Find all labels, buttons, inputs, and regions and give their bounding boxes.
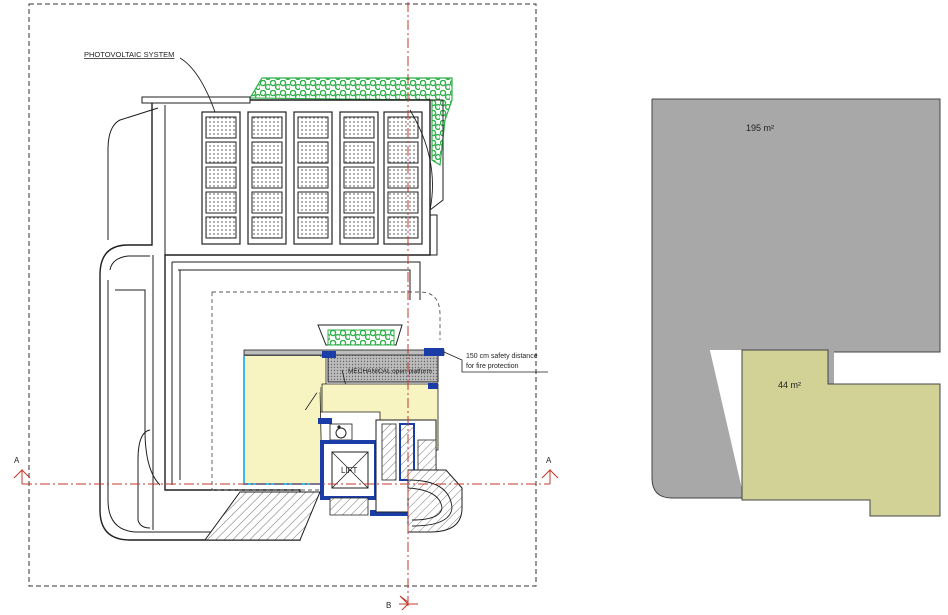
section-a-left-label: A	[14, 456, 20, 465]
safety-note-line2: for fire protection	[466, 363, 519, 370]
yellow-area-left	[244, 356, 320, 480]
lower-floor-area	[741, 349, 941, 517]
pv-panel-column	[383, 111, 423, 245]
pv-panel-column	[247, 111, 287, 245]
lift-label: LIFT	[341, 466, 358, 475]
pv-panel-column	[339, 111, 379, 245]
pv-array	[201, 111, 423, 245]
safety-marker	[318, 418, 332, 424]
safety-marker	[428, 383, 438, 389]
entrance-step	[329, 497, 369, 516]
safety-marker	[424, 348, 444, 356]
pv-label: PHOTOVOLTAIC SYSTEM	[84, 50, 174, 59]
roof-edge-cap	[141, 96, 251, 104]
section-b-label: B	[386, 601, 391, 610]
wheelchair-icon	[335, 427, 347, 439]
floor-plan: PHOTOVOLTAIC SYSTEM MECHANICAL open plat…	[13, 2, 559, 613]
core-planter-green	[327, 329, 395, 346]
pv-leader	[179, 57, 216, 113]
floor-slab-edge	[243, 349, 445, 356]
wheelchair-head-icon	[337, 425, 341, 429]
section-a-left-marker	[13, 468, 31, 484]
section-a-right-marker	[541, 468, 559, 484]
pv-panel-column	[293, 111, 333, 245]
section-b-marker	[399, 595, 409, 613]
pv-panel-column	[201, 111, 241, 245]
mechanical-platform	[327, 351, 439, 383]
section-a-right-label: A	[546, 456, 552, 465]
lower-area-label: 44 m²	[778, 380, 801, 390]
drawing-canvas: PHOTOVOLTAIC SYSTEM MECHANICAL open plat…	[13, 2, 941, 613]
safety-marker	[322, 351, 336, 358]
stair-flight	[381, 423, 397, 481]
upper-area-label: 195 m²	[746, 123, 774, 133]
drawing-sheet: PHOTOVOLTAIC SYSTEM MECHANICAL open plat…	[0, 0, 948, 613]
mechanical-label: MECHANICAL open platform	[348, 368, 432, 375]
external-stair	[407, 469, 463, 533]
safety-note-line1: 150 cm safety distance	[466, 353, 538, 360]
entrance-ramp	[204, 491, 321, 541]
area-diagram: 195 m² 44 m²	[651, 98, 941, 517]
